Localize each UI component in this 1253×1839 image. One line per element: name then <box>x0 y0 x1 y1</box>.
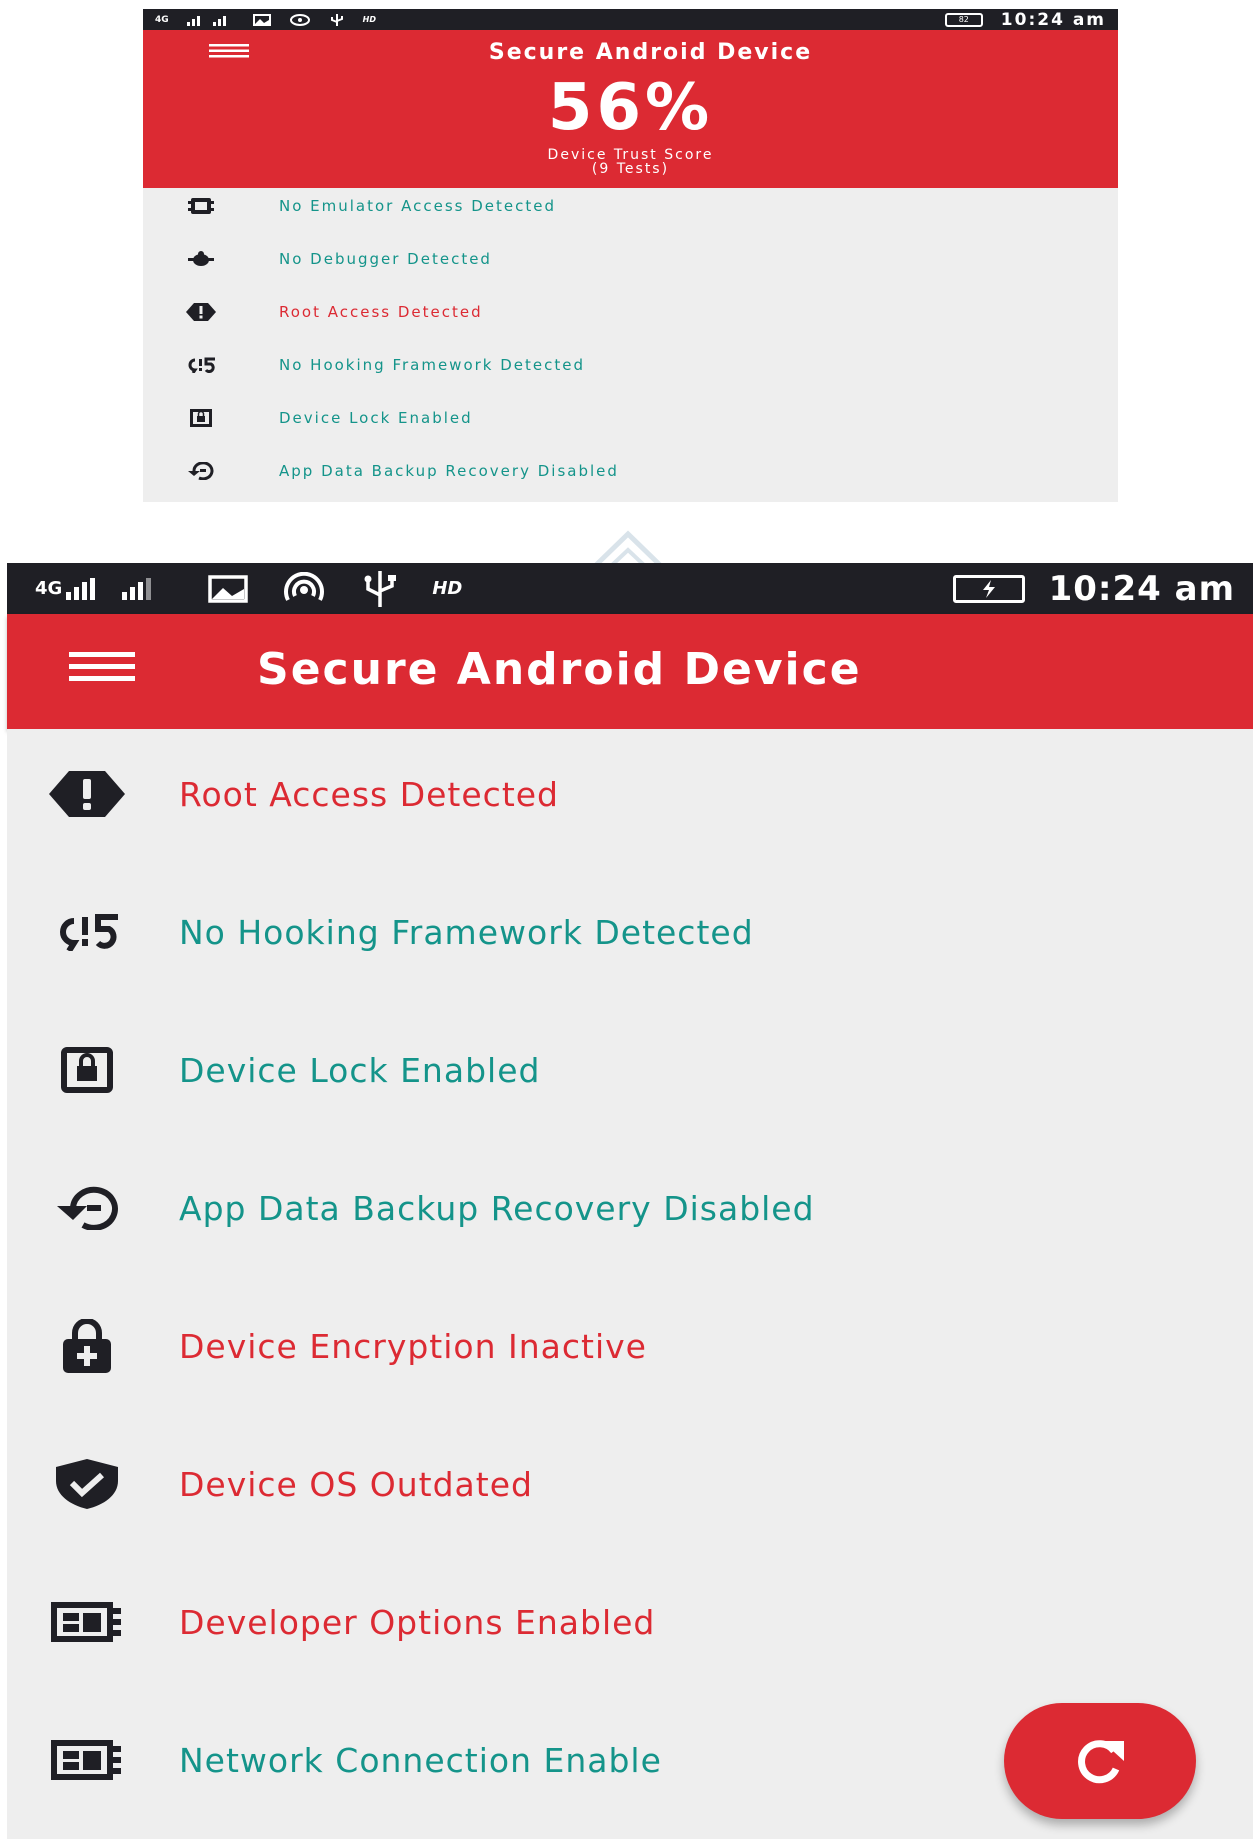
bug-icon <box>143 251 259 267</box>
item-label: App Data Backup Recovery Disabled <box>179 1188 815 1228</box>
item-label: Device Lock Enabled <box>279 409 473 427</box>
alert-badge-icon <box>143 303 259 321</box>
developer-board-icon <box>7 1602 167 1642</box>
item-label: No Emulator Access Detected <box>279 197 557 215</box>
app-bar: Secure Android Device <box>7 614 1253 729</box>
network-type-label: 4G <box>35 578 63 599</box>
image-icon <box>208 574 249 603</box>
refresh-icon <box>1072 1737 1128 1785</box>
app-bar: Secure Android Device 56% Device Trust S… <box>143 30 1118 188</box>
item-label: Root Access Detected <box>279 303 483 321</box>
lock-box-icon <box>7 1047 167 1093</box>
list-item[interactable]: App Data Backup Recovery Disabled <box>7 1168 1253 1248</box>
hotspot-icon <box>280 571 328 606</box>
item-label: No Hooking Framework Detected <box>279 356 586 374</box>
app-title: Secure Android Device <box>488 40 813 65</box>
list-item[interactable]: Device Encryption Inactive <box>7 1306 1253 1386</box>
trust-score-value: 56% <box>547 71 714 145</box>
app-title: Secure Android Device <box>257 644 862 695</box>
check-list: Root Access Detected No Hooking Framewor… <box>7 729 1253 1839</box>
status-bar: 4G HD 10:24 am <box>7 563 1253 614</box>
item-label: Network Connection Enable <box>179 1740 662 1780</box>
hotspot-icon <box>289 13 311 26</box>
item-label: No Debugger Detected <box>279 250 492 268</box>
status-time: 10:24 am <box>1048 568 1235 609</box>
list-item[interactable]: Device OS Outdated <box>7 1444 1253 1524</box>
backup-restore-icon <box>143 462 259 480</box>
list-item[interactable]: Device Lock Enabled <box>143 400 1118 436</box>
lock-plus-icon <box>7 1319 167 1373</box>
item-label: Device Lock Enabled <box>179 1050 541 1090</box>
list-item[interactable]: Root Access Detected <box>7 754 1253 834</box>
list-item[interactable]: Developer Options Enabled <box>7 1582 1253 1662</box>
item-label: App Data Backup Recovery Disabled <box>279 462 619 480</box>
usb-icon <box>329 13 345 26</box>
list-item[interactable]: No Debugger Detected <box>143 241 1118 277</box>
item-label: Root Access Detected <box>179 774 560 814</box>
shield-check-icon <box>7 1459 167 1509</box>
check-list: No Emulator Access Detected No Debugger … <box>143 188 1118 682</box>
bottom-screenshot: 4G HD 10:24 am Secure Android Device Roo… <box>7 563 1253 1839</box>
alert-badge-icon <box>7 771 167 817</box>
top-screenshot: 4G HD 82 10:24 am Secure Android Device … <box>143 9 1118 682</box>
network-type-label: 4G <box>155 14 169 25</box>
hd-label: HD <box>362 15 376 24</box>
trust-score-caption: Device Trust Score (9 Tests) <box>143 148 1118 176</box>
list-item[interactable]: No Hooking Framework Detected <box>7 892 1253 972</box>
list-item[interactable]: Root Access Detected <box>143 294 1118 330</box>
signal-icon: 4G <box>35 577 176 600</box>
list-item[interactable]: App Data Backup Recovery Disabled <box>143 453 1118 489</box>
status-time: 10:24 am <box>1000 9 1106 30</box>
item-label: Developer Options Enabled <box>179 1602 656 1642</box>
usb-icon <box>360 570 400 607</box>
image-icon <box>252 13 271 26</box>
list-item[interactable]: No Emulator Access Detected <box>143 188 1118 224</box>
developer-board-icon <box>7 1740 167 1780</box>
trust-score-label: Device Trust Score <box>547 147 714 163</box>
emulator-icon <box>143 197 259 215</box>
item-label: No Hooking Framework Detected <box>179 912 754 952</box>
backup-restore-icon <box>7 1186 167 1230</box>
list-item[interactable]: Device Lock Enabled <box>7 1030 1253 1110</box>
item-label: Device OS Outdated <box>179 1464 533 1504</box>
list-item[interactable]: No Hooking Framework Detected <box>143 347 1118 383</box>
battery-charging-icon <box>952 574 1025 603</box>
battery-level: 82 <box>958 15 969 24</box>
menu-icon[interactable] <box>69 650 135 682</box>
refresh-fab[interactable] <box>1004 1703 1196 1819</box>
tests-count-label: (9 Tests) <box>591 161 670 177</box>
hd-label: HD <box>432 578 463 599</box>
hook-icon <box>7 913 167 951</box>
battery-icon: 82 <box>944 12 983 27</box>
status-bar: 4G HD 82 10:24 am <box>143 9 1118 30</box>
item-label: Device Encryption Inactive <box>179 1326 647 1366</box>
signal-icon <box>186 14 235 26</box>
lock-box-icon <box>143 409 259 427</box>
hook-icon <box>143 357 259 373</box>
